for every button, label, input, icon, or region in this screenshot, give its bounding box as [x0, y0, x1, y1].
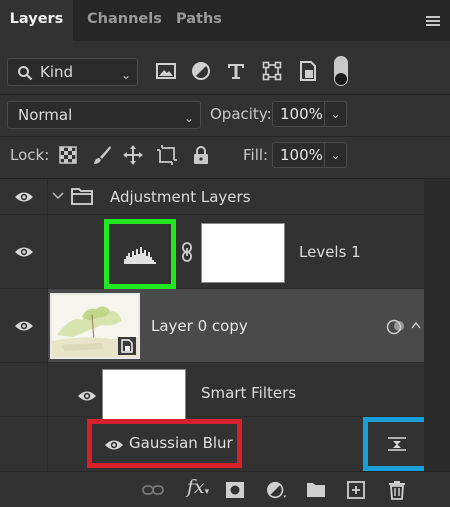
new-group-icon[interactable] [305, 480, 327, 500]
chevron-up-icon[interactable] [411, 321, 421, 329]
adjustment-filter-icon[interactable] [190, 60, 212, 82]
prevent-autonest-icon[interactable] [157, 145, 177, 165]
panel-menu-icon[interactable] [426, 16, 440, 27]
blend-mode-dropdown[interactable]: Normal ⌄ [7, 101, 201, 129]
smart-filter-indicator-icon [386, 319, 404, 335]
visibility-eye-icon[interactable] [14, 319, 34, 333]
fill-dropdown-icon[interactable]: ⌄ [324, 142, 347, 168]
new-fill-adjustment-icon[interactable] [266, 480, 288, 500]
gaussian-blur-highlight[interactable]: Gaussian Blur [87, 419, 242, 468]
mask-link-icon[interactable] [181, 242, 193, 262]
smart-object-filter-icon[interactable] [297, 60, 319, 82]
layer-name: Levels 1 [299, 243, 361, 261]
filter-toggle-icon[interactable] [334, 56, 348, 86]
opacity-field[interactable]: 100% ⌄ [272, 101, 347, 127]
lock-image-pixels-icon[interactable] [92, 145, 112, 165]
layer-row-group[interactable]: Adjustment Layers [0, 179, 424, 215]
tab-layers[interactable]: Layers [0, 0, 73, 41]
shape-filter-icon[interactable] [261, 60, 283, 82]
opacity-value: 100% [280, 105, 323, 123]
adjustment-thumbnail-highlight[interactable] [104, 219, 176, 289]
chevron-down-icon: ⌄ [183, 111, 194, 125]
visibility-eye-icon[interactable] [104, 438, 124, 452]
layer-row-layer0-copy[interactable]: Layer 0 copy [0, 289, 424, 363]
visibility-eye-icon[interactable] [14, 245, 34, 259]
fill-value: 100% [280, 146, 323, 164]
add-mask-icon[interactable] [224, 480, 246, 500]
delete-layer-icon[interactable] [386, 480, 408, 500]
filter-kind-label: Kind [40, 63, 74, 81]
fx-icon[interactable]: fx ▾ [185, 476, 211, 498]
blending-options-icon[interactable] [387, 436, 407, 452]
filter-mask-thumbnail[interactable] [102, 369, 186, 421]
folder-icon [71, 188, 93, 205]
layers-list: Adjustment Layers Levels 1 Layer 0 copy … [0, 179, 450, 471]
lock-all-icon[interactable] [191, 145, 211, 165]
layer-name: Adjustment Layers [110, 188, 251, 206]
fill-label: Fill: [243, 146, 269, 164]
visibility-eye-icon[interactable] [14, 190, 34, 204]
visibility-eye-icon[interactable] [77, 389, 97, 403]
opacity-label: Opacity: [210, 105, 272, 123]
type-filter-icon[interactable] [225, 60, 247, 82]
layer-row-smart-filters[interactable]: Smart Filters [0, 363, 424, 421]
layer-name: Layer 0 copy [151, 317, 248, 335]
smart-object-badge-icon [118, 337, 136, 355]
fill-field[interactable]: 100% ⌄ [272, 142, 347, 168]
filter-name: Gaussian Blur [129, 434, 233, 452]
levels-histogram-icon [124, 247, 156, 264]
new-layer-icon[interactable] [345, 480, 367, 500]
layer-row-levels[interactable]: Levels 1 [0, 215, 424, 289]
filter-blending-options-highlight[interactable] [363, 417, 431, 471]
tab-channels[interactable]: Channels [87, 0, 162, 41]
layer-row-gaussian-blur[interactable]: Gaussian Blur [0, 417, 431, 471]
lock-label: Lock: [10, 146, 50, 164]
layers-bottom-toolbar: fx ▾ [0, 471, 450, 507]
tab-paths[interactable]: Paths [176, 0, 222, 41]
lock-transparent-pixels-icon[interactable] [58, 145, 78, 165]
blend-mode-value: Normal [18, 106, 73, 124]
search-icon [18, 66, 33, 81]
panel-tab-bar: Layers Channels Paths [0, 0, 450, 41]
lock-position-icon[interactable] [123, 145, 143, 165]
opacity-dropdown-icon[interactable]: ⌄ [324, 101, 347, 127]
layer-mask-thumbnail[interactable] [201, 223, 285, 283]
image-filter-icon[interactable] [155, 60, 177, 82]
link-layers-icon[interactable] [142, 480, 164, 500]
filter-kind-dropdown[interactable]: Kind ⌄ [7, 58, 138, 86]
chevron-down-icon: ⌄ [120, 68, 131, 82]
chevron-down-icon[interactable] [52, 191, 64, 201]
layer-name: Smart Filters [201, 384, 297, 402]
layer-thumbnail[interactable] [50, 293, 140, 359]
layers-scrollbar[interactable] [424, 179, 450, 471]
